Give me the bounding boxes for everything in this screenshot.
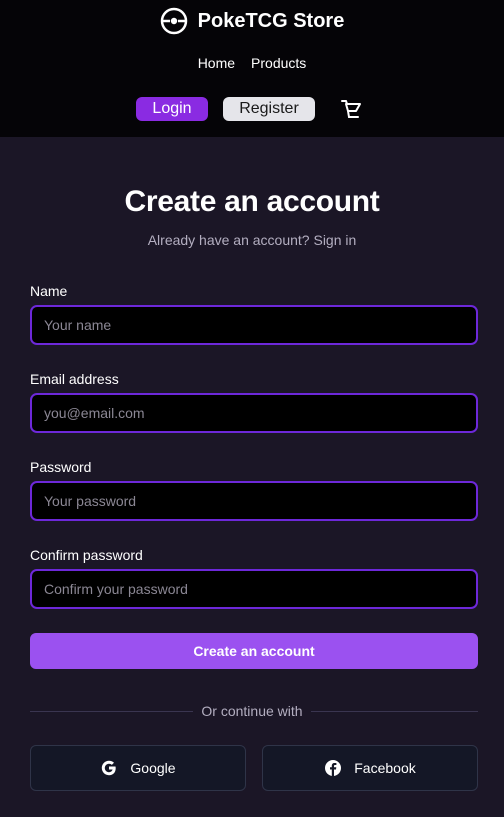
pokeball-icon [160,7,188,35]
cart-icon[interactable] [340,98,362,120]
divider-label: Or continue with [193,703,311,719]
create-account-button[interactable]: Create an account [30,633,478,669]
nav-products-link[interactable]: Products [251,55,306,71]
register-button[interactable]: Register [223,97,315,121]
facebook-label: Facebook [354,760,416,776]
main-nav: Home Products [0,55,504,71]
site-header: PokeTCG Store Home Products Login Regist… [0,0,504,137]
register-form: Create an account Already have an accoun… [0,137,504,817]
email-input[interactable] [30,393,478,433]
page-title: Create an account [124,185,380,218]
google-icon [100,759,118,777]
brand[interactable]: PokeTCG Store [0,7,504,35]
nav-home-link[interactable]: Home [198,55,235,71]
google-label: Google [130,760,176,776]
auth-row: Login Register [0,97,504,121]
confirm-password-label: Confirm password [30,547,143,563]
password-label: Password [30,459,92,475]
divider: Or continue with [0,703,504,721]
email-label: Email address [30,371,119,387]
facebook-button[interactable]: Facebook [262,745,478,791]
brand-title: PokeTCG Store [197,9,345,32]
login-button[interactable]: Login [136,97,208,121]
name-input[interactable] [30,305,478,345]
password-input[interactable] [30,481,478,521]
facebook-icon [324,759,342,777]
google-button[interactable]: Google [30,745,246,791]
name-label: Name [30,283,68,299]
confirm-password-input[interactable] [30,569,478,609]
signin-prompt[interactable]: Already have an account? Sign in [0,232,504,248]
